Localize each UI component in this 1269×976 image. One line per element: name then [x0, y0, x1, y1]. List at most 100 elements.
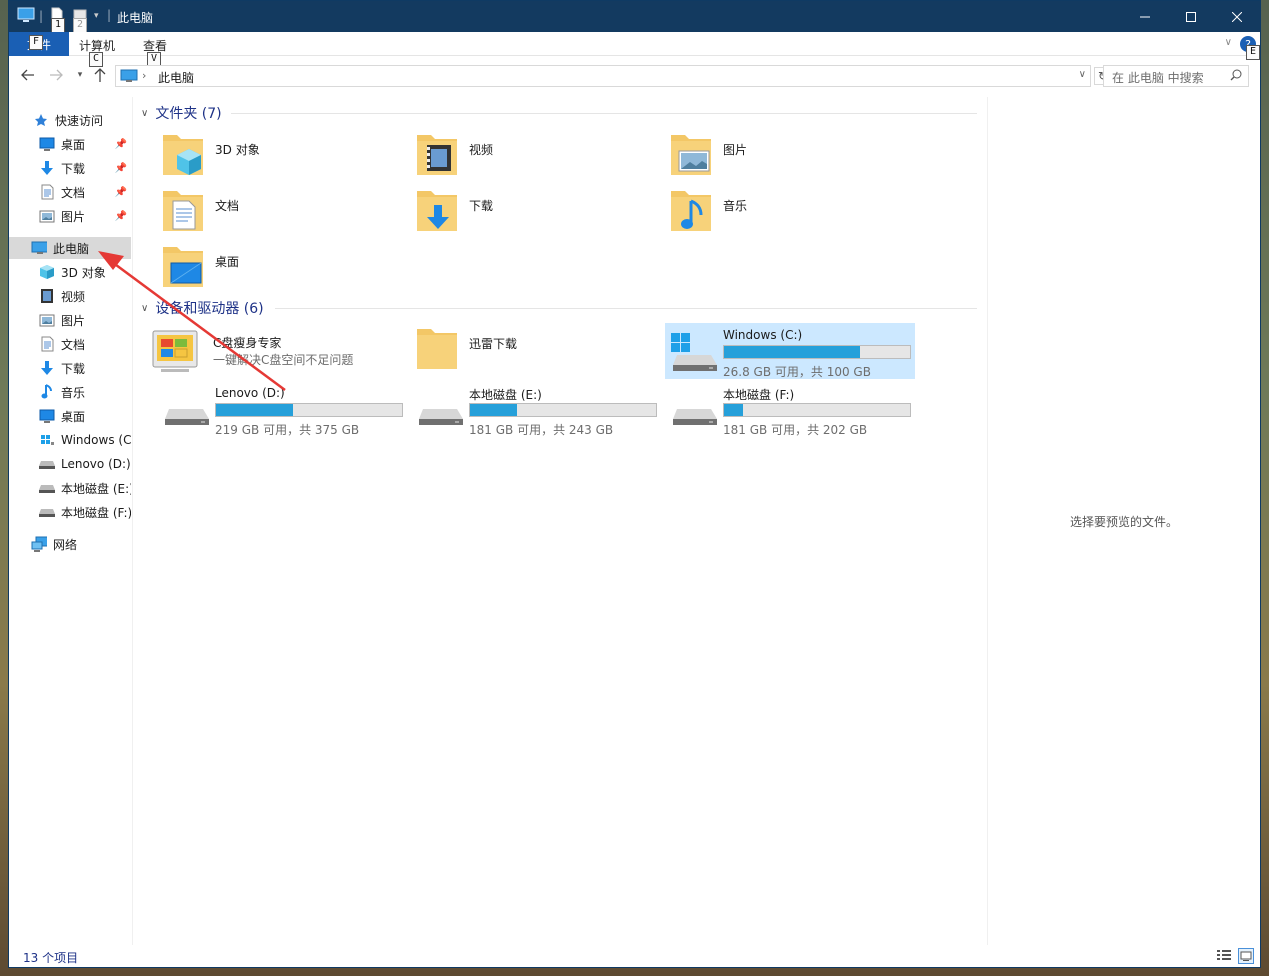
breadcrumb[interactable]: 此电脑	[158, 69, 194, 86]
nav-documents[interactable]: 文档	[9, 333, 131, 355]
download-folder-icon	[417, 191, 457, 231]
folder-desktop[interactable]: 桌面	[145, 243, 395, 295]
nav-drive-c[interactable]: Windows (C	[9, 429, 131, 451]
folder-3d-objects[interactable]: 3D 对象	[145, 131, 395, 183]
nav-desktop[interactable]: 桌面	[9, 405, 131, 427]
folder-videos[interactable]: 视频	[399, 131, 649, 183]
video-folder-icon	[417, 135, 457, 175]
nav-label: 下载	[61, 361, 86, 376]
address-dropdown-icon[interactable]: ∨	[1079, 69, 1086, 80]
search-placeholder: 在 此电脑 中搜索	[1112, 71, 1204, 85]
pin-icon[interactable]: 📌	[115, 139, 127, 150]
nav-label: Lenovo (D:)	[61, 457, 131, 471]
search-input[interactable]: 在 此电脑 中搜索	[1103, 65, 1249, 87]
drive-e[interactable]: 本地磁盘 (E:) 181 GB 可用，共 243 GB	[411, 381, 661, 437]
this-pc-icon	[31, 240, 47, 256]
nav-quick-pictures[interactable]: 图片 📌	[9, 205, 131, 227]
nav-quick-downloads[interactable]: 下载 📌	[9, 157, 131, 179]
nav-label: 图片	[61, 209, 86, 224]
nav-quick-access[interactable]: 快速访问	[9, 109, 131, 131]
video-icon	[39, 288, 55, 304]
drive-icon	[39, 456, 55, 472]
collapse-chevron-icon[interactable]: ∨	[141, 108, 148, 119]
nav-drive-e[interactable]: 本地磁盘 (E:)	[9, 477, 131, 499]
group-header-devices[interactable]: ∨ 设备和驱动器 (6)	[141, 299, 264, 317]
this-pc-icon	[120, 69, 138, 86]
drive-icon	[39, 504, 55, 520]
nav-music[interactable]: 音乐	[9, 381, 131, 403]
pin-icon[interactable]: 📌	[115, 163, 127, 174]
nav-quick-documents[interactable]: 文档 📌	[9, 181, 131, 203]
breadcrumb-chevron-icon[interactable]: ›	[142, 69, 146, 82]
group-title: 文件夹 (7)	[155, 106, 222, 122]
nav-label: 音乐	[61, 385, 86, 400]
drive-usage-bar	[723, 403, 911, 417]
nav-videos[interactable]: 视频	[9, 285, 131, 307]
expand-ribbon-icon[interactable]: ∨	[1225, 37, 1232, 48]
nav-label: 文档	[61, 337, 86, 352]
separator: |	[39, 9, 44, 23]
collapse-chevron-icon[interactable]: ∨	[141, 303, 148, 314]
keytip-file: F	[29, 35, 44, 50]
nav-pictures[interactable]: 图片	[9, 309, 131, 331]
minimize-button[interactable]	[1122, 1, 1168, 32]
app-c-drive-cleaner[interactable]: C盘瘦身专家 一键解决C盘空间不足问题	[145, 325, 395, 381]
windows-app-icon	[152, 330, 198, 372]
folder-label: 文档	[215, 199, 240, 213]
nav-3d-objects[interactable]: 3D 对象	[9, 261, 131, 283]
back-button[interactable]	[19, 66, 37, 84]
nav-drive-f[interactable]: 本地磁盘 (F:)	[9, 501, 131, 523]
details-view-icon[interactable]	[1216, 948, 1232, 964]
drive-name: Windows (C:)	[723, 328, 803, 342]
nav-network[interactable]: 网络	[9, 533, 131, 555]
nav-label: 本地磁盘 (F:)	[61, 505, 131, 520]
drive-name: 本地磁盘 (F:)	[723, 388, 795, 402]
nav-this-pc[interactable]: 此电脑	[9, 237, 131, 259]
folder-pictures[interactable]: 图片	[653, 131, 903, 183]
nav-drive-d[interactable]: Lenovo (D:)	[9, 453, 131, 475]
cube-folder-icon	[163, 135, 203, 175]
nav-label: 快速访问	[55, 113, 104, 128]
drive-usage-fill	[470, 404, 518, 416]
drive-d[interactable]: Lenovo (D:) 219 GB 可用，共 375 GB	[157, 381, 407, 437]
nav-label: Windows (C	[61, 433, 131, 447]
drive-name: Lenovo (D:)	[215, 386, 285, 400]
group-header-folders[interactable]: ∨ 文件夹 (7)	[141, 104, 222, 122]
search-icon[interactable]	[1230, 69, 1242, 84]
explorer-window: | 1 2 ▾ | 此电脑 文件 F 计算机 C 查看 V ∨ ? E	[8, 0, 1261, 968]
folder-documents[interactable]: 文档	[145, 187, 395, 239]
ribbon-tabs: 文件 F 计算机 C 查看 V ∨ ? E	[9, 32, 1260, 67]
close-button[interactable]	[1214, 1, 1260, 32]
drive-icon	[419, 409, 463, 425]
up-button[interactable]	[91, 66, 109, 84]
folder-downloads[interactable]: 下载	[399, 187, 649, 239]
drive-c[interactable]: Windows (C:) 26.8 GB 可用，共 100 GB	[665, 323, 915, 379]
windows-drive-icon	[671, 333, 717, 371]
forward-button[interactable]	[47, 66, 65, 84]
nav-label: 3D 对象	[61, 265, 106, 280]
picture-folder-icon	[671, 135, 711, 175]
group-divider	[275, 308, 977, 309]
folder-label: 图片	[723, 143, 748, 157]
recent-locations-icon[interactable]: ▾	[71, 66, 89, 84]
folder-music[interactable]: 音乐	[653, 187, 903, 239]
nav-downloads[interactable]: 下载	[9, 357, 131, 379]
large-icons-view-icon[interactable]	[1238, 948, 1254, 964]
document-folder-icon	[163, 191, 203, 231]
nav-label: 本地磁盘 (E:)	[61, 481, 131, 496]
navigation-pane: 快速访问 桌面 📌 下载 📌 文档 📌 图片 📌 此电脑 3D 对象 视频 图片…	[9, 97, 133, 945]
customize-toolbar-icon[interactable]: ▾	[94, 11, 99, 21]
download-icon	[39, 160, 55, 176]
address-bar[interactable]: › 此电脑 ∨	[115, 65, 1091, 87]
document-icon	[39, 184, 55, 200]
pin-icon[interactable]: 📌	[115, 187, 127, 198]
desktop-icon	[39, 408, 55, 424]
thunder-download[interactable]: 迅雷下载	[399, 325, 649, 377]
drive-f[interactable]: 本地磁盘 (F:) 181 GB 可用，共 202 GB	[665, 381, 915, 437]
nav-quick-desktop[interactable]: 桌面 📌	[9, 133, 131, 155]
maximize-button[interactable]	[1168, 1, 1214, 32]
drive-usage-fill	[724, 346, 861, 358]
drive-usage-fill	[724, 404, 744, 416]
pin-icon[interactable]: 📌	[115, 211, 127, 222]
drive-usage-bar	[723, 345, 911, 359]
